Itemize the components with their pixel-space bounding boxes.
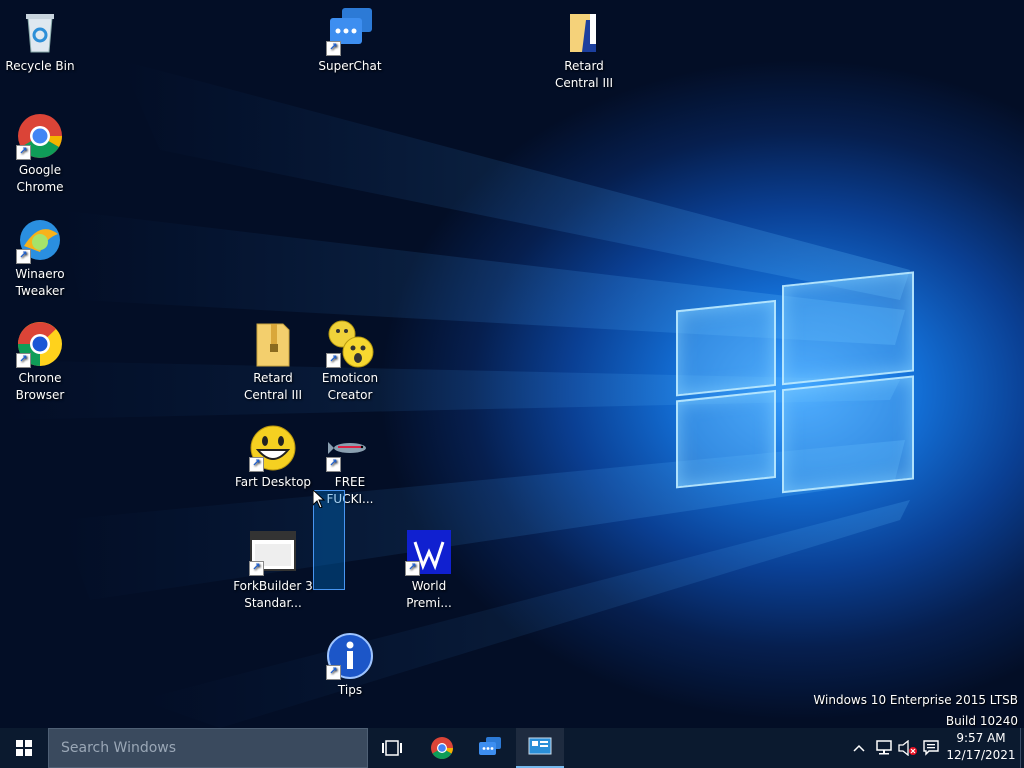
chrome-icon (431, 737, 453, 759)
desktop-icon-recycle-bin[interactable]: Recycle Bin (0, 8, 80, 75)
taskbar-clock[interactable]: 9:57 AM 12/17/2021 (942, 730, 1020, 764)
chat-bubble-icon (479, 737, 501, 755)
desktop-icon-retard-central-zip[interactable]: Retard Central III (233, 320, 313, 404)
desktop-icon-google-chrome[interactable]: ↗ Google Chrome (0, 112, 80, 196)
folder-icon (560, 8, 608, 56)
desktop-icon-emoticon-creator[interactable]: ↗ Emoticon Creator (310, 320, 390, 404)
shortcut-arrow-icon: ↗ (16, 353, 31, 368)
fish-icon: ↗ (326, 424, 374, 472)
chrone-browser-icon: ↗ (16, 320, 64, 368)
notification-icon (923, 740, 939, 756)
chevron-up-icon (853, 744, 865, 752)
windows-version-watermark: Windows 10 Enterprise 2015 LTSB Build 10… (813, 690, 1018, 732)
windows-logo-icon (16, 740, 32, 756)
taskbar: Search Windows 9:57 AM 12/17/2021 (0, 728, 1024, 768)
task-view-button[interactable] (368, 728, 416, 768)
watermark-edition: Windows 10 Enterprise 2015 LTSB (813, 693, 1018, 707)
smiley-faces-icon: ↗ (326, 320, 374, 368)
desktop-icon-superchat[interactable]: ↗ SuperChat (310, 8, 390, 75)
task-view-icon (382, 740, 402, 756)
start-button[interactable] (0, 728, 48, 768)
volume-tray-button[interactable] (896, 728, 920, 768)
taskbar-control-panel-button[interactable] (516, 728, 564, 768)
shortcut-arrow-icon: ↗ (326, 353, 341, 368)
control-panel-icon (528, 737, 552, 755)
zip-folder-icon (249, 320, 297, 368)
clock-date: 12/17/2021 (946, 748, 1016, 762)
chrome-icon: ↗ (16, 112, 64, 160)
shortcut-arrow-icon: ↗ (249, 561, 264, 576)
mouse-pointer-icon (313, 490, 325, 508)
search-placeholder: Search Windows (61, 740, 177, 756)
world-premiere-icon: ↗ (405, 528, 453, 576)
info-icon: ↗ (326, 632, 374, 680)
chat-bubble-icon: ↗ (326, 8, 374, 56)
shortcut-arrow-icon: ↗ (326, 41, 341, 56)
volume-muted-icon (898, 740, 917, 756)
desktop-icon-retard-central-top[interactable]: Retard Central III (544, 8, 624, 92)
shortcut-arrow-icon: ↗ (326, 457, 341, 472)
windows-logo-wallpaper (676, 258, 914, 518)
desktop-icon-winaero-tweaker[interactable]: ↗ Winaero Tweaker (0, 216, 80, 300)
shortcut-arrow-icon: ↗ (249, 457, 264, 472)
shortcut-arrow-icon: ↗ (16, 145, 31, 160)
shortcut-arrow-icon: ↗ (326, 665, 341, 680)
desktop-icon-fart-desktop[interactable]: ↗ Fart Desktop (233, 424, 313, 491)
winaero-tweaker-icon: ↗ (16, 216, 64, 264)
shortcut-arrow-icon: ↗ (16, 249, 31, 264)
grinning-face-icon: ↗ (249, 424, 297, 472)
network-tray-button[interactable] (872, 728, 896, 768)
network-icon (876, 740, 892, 755)
taskbar-chrome-button[interactable] (418, 728, 466, 768)
clock-time: 9:57 AM (956, 731, 1006, 745)
show-desktop-button[interactable] (1020, 728, 1024, 768)
recycle-bin-icon (16, 8, 64, 56)
taskbar-superchat-button[interactable] (466, 728, 514, 768)
show-hidden-icons-button[interactable] (848, 728, 870, 768)
desktop-icon-forkbuilder[interactable]: ↗ ForkBuilder 3 Standar... (233, 528, 313, 612)
taskbar-search-box[interactable]: Search Windows (48, 728, 368, 768)
shortcut-arrow-icon: ↗ (405, 561, 420, 576)
app-window-icon: ↗ (249, 528, 297, 576)
desktop-icon-chrone-browser[interactable]: ↗ Chrone Browser (0, 320, 80, 404)
action-center-button[interactable] (920, 728, 942, 768)
desktop-icon-world-premi[interactable]: ↗ World Premi... (389, 528, 469, 612)
desktop-icon-tips[interactable]: ↗ Tips (310, 632, 390, 699)
